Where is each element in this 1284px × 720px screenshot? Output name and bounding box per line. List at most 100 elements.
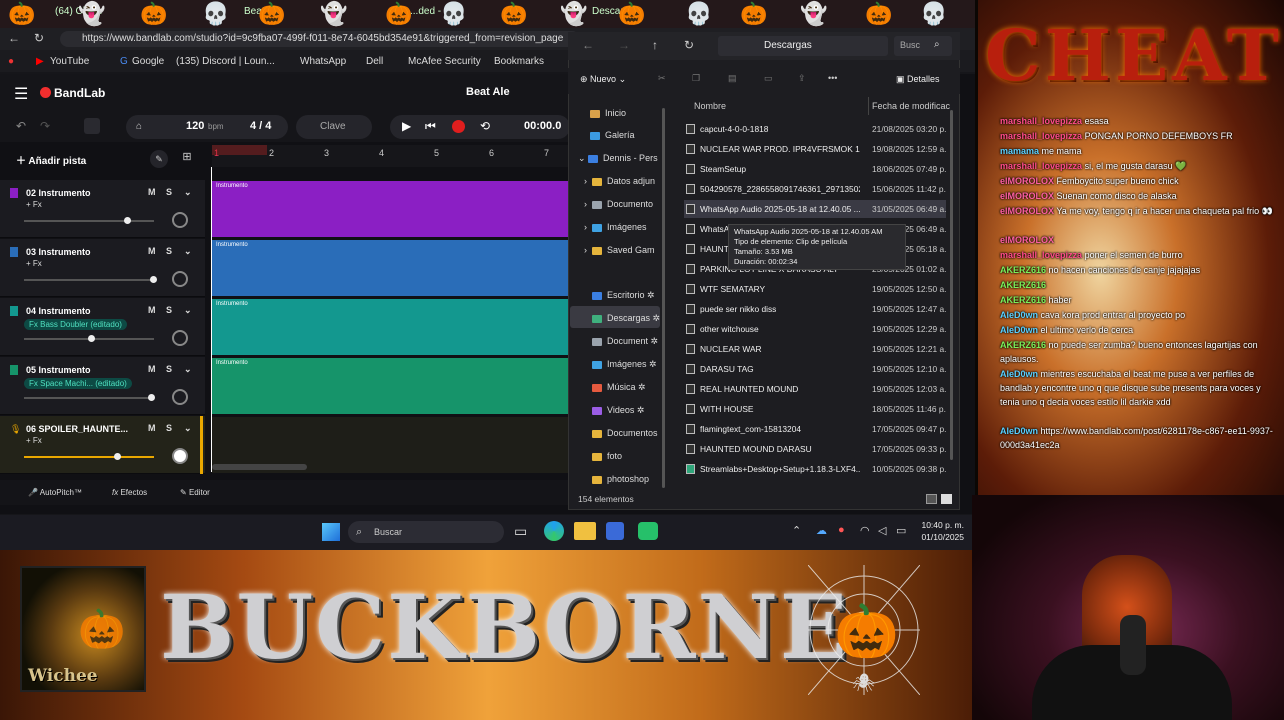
nav-foto[interactable]: foto xyxy=(592,451,622,461)
refresh-icon[interactable]: ↻ xyxy=(684,38,694,52)
back-icon[interactable]: ← xyxy=(582,38,594,52)
nav-gallery[interactable]: Galería xyxy=(590,130,635,140)
search-icon[interactable]: ⌕ xyxy=(934,39,940,50)
track-name[interactable]: 02 Instrumento xyxy=(26,188,91,198)
tab-3[interactable]: ...ded - xyxy=(410,6,441,17)
more-icon[interactable]: ••• xyxy=(828,73,837,83)
solo-button[interactable]: S xyxy=(166,423,172,433)
chat-username[interactable]: AleD0wn xyxy=(1000,426,1038,436)
clock-time[interactable]: 10:40 p. m. xyxy=(918,520,964,530)
file-row[interactable]: DARASU TAG 19/05/2025 12:10 a. xyxy=(684,360,947,378)
solo-button[interactable]: S xyxy=(166,305,172,315)
loop-icon[interactable]: ⟲ xyxy=(480,119,490,133)
volume-knob[interactable] xyxy=(150,276,157,283)
track-name[interactable]: 06 SPOILER_HAUNTE... xyxy=(26,424,128,434)
files-scrollbar[interactable] xyxy=(950,110,953,460)
chat-username[interactable]: marshall_lovepizza xyxy=(1000,131,1082,141)
battery-icon[interactable]: ▭ xyxy=(896,524,906,537)
time-signature[interactable]: 4 / 4 xyxy=(250,120,271,132)
forward-icon[interactable]: → xyxy=(618,38,630,52)
hamburger-menu-icon[interactable]: ☰ xyxy=(14,84,28,104)
horizontal-scrollbar[interactable] xyxy=(212,464,307,470)
pan-knob[interactable] xyxy=(172,448,188,464)
track-header[interactable]: 03 Instrumento + Fx M S ⌄ xyxy=(0,239,205,297)
chat-username[interactable]: elMOROLOX xyxy=(1000,191,1054,201)
wand-icon[interactable]: ✎ xyxy=(150,150,168,168)
pan-knob[interactable] xyxy=(172,212,188,228)
sidebar-scrollbar[interactable] xyxy=(662,108,665,488)
start-icon[interactable] xyxy=(322,523,340,541)
app-icon[interactable] xyxy=(638,522,658,540)
file-row[interactable]: puede ser nikko diss 19/05/2025 12:47 a. xyxy=(684,300,947,318)
pan-knob[interactable] xyxy=(172,271,188,287)
grid-icon[interactable]: ⊞ xyxy=(178,150,196,168)
task-view-icon[interactable]: ▭ xyxy=(514,523,527,540)
nav-item[interactable]: › Imágenes xyxy=(584,222,647,232)
chat-username[interactable]: AleD0wn xyxy=(1000,325,1038,335)
metronome-icon[interactable]: ⌂ xyxy=(136,121,142,132)
fx-chip[interactable]: Fx Bass Doubler (editado) xyxy=(24,319,127,330)
fx-chip[interactable]: Fx Space Machi... (editado) xyxy=(24,378,132,389)
chevron-down-icon[interactable]: ⌄ xyxy=(184,246,192,257)
chat-username[interactable]: mamama xyxy=(1000,146,1039,156)
cut-icon[interactable]: ✂ xyxy=(658,73,666,84)
details-view-icon[interactable] xyxy=(926,494,937,504)
redo-icon[interactable]: ↷ xyxy=(40,119,50,133)
file-row[interactable]: SteamSetup 18/06/2025 07:49 p. xyxy=(684,160,947,178)
chat-username[interactable]: AleD0wn xyxy=(1000,310,1038,320)
mute-button[interactable]: M xyxy=(148,187,156,197)
nav-item[interactable]: › Saved Gam xyxy=(584,245,655,255)
add-fx-button[interactable]: + Fx xyxy=(26,436,42,445)
bandlab-logo[interactable]: BandLab xyxy=(54,86,105,100)
chevron-down-icon[interactable]: ⌄ xyxy=(184,423,192,434)
chat-username[interactable]: AKERZ616 xyxy=(1000,280,1046,290)
track-name[interactable]: 03 Instrumento xyxy=(26,247,91,257)
cloud-icon[interactable]: ☁ xyxy=(816,524,827,537)
file-row-hovered[interactable]: WhatsApp Audio 2025-05-18 at 12.40.05 ..… xyxy=(684,200,947,218)
file-row[interactable]: flamingtext_com-15813204 17/05/2025 09:47… xyxy=(684,420,947,438)
volume-knob[interactable] xyxy=(148,394,155,401)
chat-username[interactable]: marshall_lovepizza xyxy=(1000,116,1082,126)
solo-button[interactable]: S xyxy=(166,364,172,374)
store-icon[interactable] xyxy=(606,522,624,540)
chevron-down-icon[interactable]: ⌄ xyxy=(184,305,192,316)
audio-clip[interactable]: Instrumento xyxy=(212,358,572,414)
nav-item[interactable]: › Datos adjun xyxy=(584,176,655,186)
pan-knob[interactable] xyxy=(172,389,188,405)
file-row[interactable]: 504290578_2286558091746361_297135021... 1… xyxy=(684,180,946,198)
volume-icon[interactable]: ◁ xyxy=(878,524,886,537)
bookmark-folder[interactable]: Bookmarks xyxy=(494,56,544,67)
audio-clip[interactable]: Instrumento xyxy=(212,181,572,237)
menu-dots-icon[interactable]: ● xyxy=(8,56,14,67)
add-fx-button[interactable]: + Fx xyxy=(26,200,42,209)
edge-icon[interactable] xyxy=(544,521,564,541)
autopitch-button[interactable]: 🎤 AutoPitch™ xyxy=(28,488,82,497)
nav-documents-2[interactable]: Documentos xyxy=(592,428,658,438)
effects-button[interactable]: fx Efectos xyxy=(112,488,147,497)
nav-music[interactable]: Música ✲ xyxy=(592,382,646,393)
share-icon[interactable]: ⇪ xyxy=(798,73,806,84)
mute-button[interactable]: M xyxy=(148,305,156,315)
mute-button[interactable]: M xyxy=(148,364,156,374)
nav-downloads[interactable]: Descargas ✲ xyxy=(592,313,660,324)
chevron-up-icon[interactable]: ⌃ xyxy=(792,524,801,537)
nav-onedrive[interactable]: ⌄ Dennis - Pers xyxy=(578,153,658,164)
nav-photoshop[interactable]: photoshop xyxy=(592,474,649,484)
mute-button[interactable]: M xyxy=(148,246,156,256)
bookmark-google[interactable]: Google xyxy=(132,56,164,67)
column-divider[interactable] xyxy=(868,97,869,115)
taskbar-search[interactable]: ⌕ Buscar xyxy=(348,521,504,543)
bookmark-discord[interactable]: (135) Discord | Loun... xyxy=(176,56,275,67)
file-row[interactable]: capcut-4-0-0-1818 21/08/2025 03:20 p. xyxy=(684,120,947,138)
chevron-down-icon[interactable]: ⌄ xyxy=(184,187,192,198)
column-name[interactable]: Nombre xyxy=(694,101,726,111)
file-row[interactable]: HAUNTED MOUND DARASU 17/05/2025 09:33 p. xyxy=(684,440,947,458)
nav-pictures[interactable]: Imágenes ✲ xyxy=(592,359,657,370)
file-row[interactable]: Streamlabs+Desktop+Setup+1.18.3-LXF4... 1… xyxy=(684,460,947,478)
volume-slider[interactable] xyxy=(24,394,155,401)
add-track-button[interactable]: ＋ Añadir pista xyxy=(16,152,86,167)
file-row[interactable]: other witchouse 19/05/2025 12:29 a. xyxy=(684,320,947,338)
reload-icon[interactable]: ↻ xyxy=(34,31,44,45)
chat-username[interactable]: marshall_lovepizza xyxy=(1000,161,1082,171)
solo-button[interactable]: S xyxy=(166,246,172,256)
